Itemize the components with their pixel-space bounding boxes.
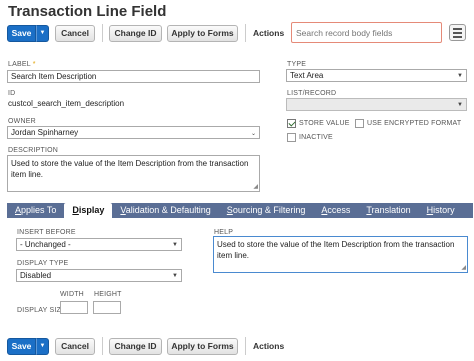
top-button-bar: Save ▼ Cancel Change ID Apply to Forms A… [7, 24, 284, 42]
display-type-value: Disabled [20, 271, 52, 280]
subtab-bar: Applies To Display Validation & Defaulti… [7, 203, 473, 218]
use-encrypted-format-label: USE ENCRYPTED FORMAT [367, 120, 462, 127]
save-button[interactable]: Save [7, 24, 36, 42]
store-value-label: STORE VALUE [299, 120, 350, 127]
tab-access[interactable]: Access [313, 203, 358, 218]
display-width-input[interactable] [60, 301, 88, 314]
tab-history[interactable]: History [419, 203, 463, 218]
height-caption: HEIGHT [94, 291, 122, 298]
tab-applies-to[interactable]: Applies To [7, 203, 64, 218]
tab-validation-defaulting[interactable]: Validation & Defaulting [112, 203, 218, 218]
store-value-checkbox[interactable] [287, 119, 296, 128]
save-menu-arrow[interactable]: ▼ [36, 24, 49, 42]
chevron-down-icon: ▼ [172, 242, 178, 248]
apply-to-forms-button[interactable]: Apply to Forms [167, 24, 238, 42]
owner-select[interactable]: Jordan Spinharney ⌄ [7, 126, 260, 139]
chevron-down-icon: ▼ [457, 73, 463, 79]
resize-handle-icon[interactable]: ◢ [461, 265, 466, 271]
double-chevron-icon: ⌄ [250, 131, 256, 137]
owner-caption: OWNER [8, 118, 36, 125]
type-caption: TYPE [287, 61, 307, 68]
cancel-button[interactable]: Cancel [55, 24, 95, 42]
display-type-caption: DISPLAY TYPE [17, 260, 69, 267]
owner-value: Jordan Spinharney [11, 128, 79, 137]
description-value: Used to store the value of the Item Desc… [11, 159, 249, 179]
use-encrypted-format-checkbox[interactable] [355, 119, 364, 128]
actions-menu[interactable]: Actions [253, 341, 284, 351]
toolbar-divider [102, 24, 103, 42]
toolbar-divider [102, 337, 103, 355]
insert-before-select[interactable]: - Unchanged - ▼ [16, 238, 182, 251]
resize-handle-icon[interactable]: ◢ [253, 184, 258, 190]
insert-before-value: - Unchanged - [20, 240, 71, 249]
type-value: Text Area [290, 71, 324, 80]
list-record-select[interactable]: ▼ [286, 98, 467, 111]
label-field-caption: LABEL * [8, 61, 36, 68]
help-value: Used to store the value of the Item Desc… [217, 240, 455, 260]
inactive-checkbox[interactable] [287, 133, 296, 142]
chevron-down-icon: ▼ [457, 102, 463, 108]
change-id-button[interactable]: Change ID [109, 24, 162, 42]
list-record-caption: LIST/RECORD [287, 90, 337, 97]
help-textarea[interactable]: Used to store the value of the Item Desc… [213, 236, 468, 273]
chevron-down-icon: ▼ [172, 273, 178, 279]
description-textarea[interactable]: Used to store the value of the Item Desc… [7, 155, 260, 192]
display-size-caption: DISPLAY SIZE [17, 307, 66, 314]
display-height-input[interactable] [93, 301, 121, 314]
display-type-select[interactable]: Disabled ▼ [16, 269, 182, 282]
toolbar-divider [245, 24, 246, 42]
tab-translation[interactable]: Translation [358, 203, 418, 218]
hamburger-menu-icon[interactable] [449, 24, 466, 41]
save-menu-arrow[interactable]: ▼ [36, 337, 49, 355]
insert-before-caption: INSERT BEFORE [17, 229, 76, 236]
change-id-button[interactable]: Change ID [109, 337, 162, 355]
bottom-button-bar: Save ▼ Cancel Change ID Apply to Forms A… [7, 337, 284, 355]
apply-to-forms-button[interactable]: Apply to Forms [167, 337, 238, 355]
save-button[interactable]: Save [7, 337, 36, 355]
help-caption: HELP [214, 229, 234, 236]
width-caption: WIDTH [60, 291, 84, 298]
toolbar-divider [245, 337, 246, 355]
description-caption: DESCRIPTION [8, 147, 59, 154]
id-value: custcol_search_item_description [8, 99, 125, 108]
search-record-fields-input[interactable] [291, 22, 442, 43]
actions-menu[interactable]: Actions [253, 28, 284, 38]
type-select[interactable]: Text Area ▼ [286, 69, 467, 82]
cancel-button[interactable]: Cancel [55, 337, 95, 355]
page-title: Transaction Line Field [8, 3, 167, 20]
inactive-label: INACTIVE [299, 134, 333, 141]
tab-sourcing-filtering[interactable]: Sourcing & Filtering [219, 203, 314, 218]
label-input[interactable]: Search Item Description [7, 70, 260, 83]
tab-display[interactable]: Display [64, 203, 113, 218]
id-caption: ID [8, 90, 16, 97]
